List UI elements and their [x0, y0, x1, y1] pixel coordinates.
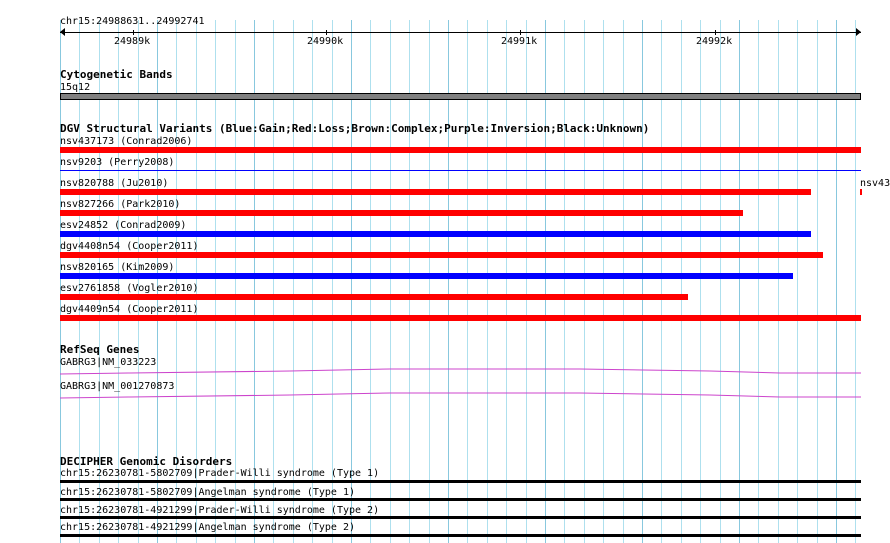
- ruler-tick-label: 24990k: [307, 36, 344, 47]
- decipher-feature-label: chr15:26230781-5802709|Prader-Willi synd…: [60, 468, 380, 479]
- dgv-feature-label: nsv9203 (Perry2008): [60, 157, 175, 168]
- track-title-refseq[interactable]: RefSeq Genes: [60, 344, 139, 356]
- dgv-feature-label: dgv4409n54 (Cooper2011): [60, 304, 199, 315]
- ruler-tick-label: 24991k: [501, 36, 538, 47]
- dgv-feature-label: nsv437173 (Conrad2006): [60, 136, 193, 147]
- dgv-feature-label: esv2761858 (Vogler2010): [60, 283, 199, 294]
- refseq-transcript-line: [60, 392, 861, 399]
- ruler-left-arrow-icon[interactable]: [60, 28, 65, 36]
- dgv-side-label: nsv43: [860, 178, 890, 189]
- decipher-bar[interactable]: [60, 480, 861, 483]
- decipher-bar[interactable]: [60, 498, 861, 501]
- dgv-loss-bar[interactable]: [60, 210, 743, 216]
- ruler-tick: [715, 30, 716, 35]
- ruler-tick: [326, 30, 327, 35]
- cytoband-label: 15q12: [60, 82, 91, 93]
- dgv-loss-bar[interactable]: [60, 315, 861, 321]
- decipher-feature-label: chr15:26230781-4921299|Angelman syndrome…: [60, 522, 356, 533]
- decipher-bar[interactable]: [60, 516, 861, 519]
- ruler-location: chr15:24988631..24992741: [60, 16, 205, 27]
- ruler-tick: [133, 30, 134, 35]
- refseq-gene-label: GABRG3|NM_001270873: [60, 381, 175, 392]
- dgv-gain-line[interactable]: [60, 170, 861, 171]
- decipher-feature-label: chr15:26230781-5802709|Angelman syndrome…: [60, 487, 356, 498]
- dgv-feature-label: dgv4408n54 (Cooper2011): [60, 241, 199, 252]
- ruler-tick-label: 24989k: [114, 36, 151, 47]
- ruler-tick-label: 24992k: [696, 36, 733, 47]
- cytoband-bar[interactable]: [60, 93, 861, 100]
- dgv-loss-bar[interactable]: [860, 189, 862, 195]
- dgv-loss-bar[interactable]: [60, 189, 811, 195]
- dgv-gain-bar[interactable]: [60, 231, 811, 237]
- dgv-gain-bar[interactable]: [60, 273, 793, 279]
- ruler-axis: [60, 32, 861, 33]
- dgv-loss-bar[interactable]: [60, 252, 823, 258]
- decipher-feature-label: chr15:26230781-4921299|Prader-Willi synd…: [60, 505, 380, 516]
- dgv-feature-label: esv24852 (Conrad2009): [60, 220, 187, 231]
- decipher-bar[interactable]: [60, 534, 861, 537]
- track-title-decipher[interactable]: DECIPHER Genomic Disorders: [60, 456, 232, 468]
- dgv-loss-bar[interactable]: [60, 294, 688, 300]
- ruler-tick: [520, 30, 521, 35]
- dgv-loss-bar[interactable]: [60, 147, 861, 153]
- dgv-feature-label: nsv820788 (Ju2010): [60, 178, 169, 189]
- dgv-feature-label: nsv820165 (Kim2009): [60, 262, 175, 273]
- track-title-dgv[interactable]: DGV Structural Variants (Blue:Gain;Red:L…: [60, 123, 649, 135]
- track-title-cytobands[interactable]: Cytogenetic Bands: [60, 69, 173, 81]
- refseq-transcript-line: [60, 368, 861, 375]
- refseq-gene-models[interactable]: [60, 366, 862, 402]
- ruler-right-arrow-icon[interactable]: [856, 28, 861, 36]
- dgv-feature-label: nsv827266 (Park2010): [60, 199, 181, 210]
